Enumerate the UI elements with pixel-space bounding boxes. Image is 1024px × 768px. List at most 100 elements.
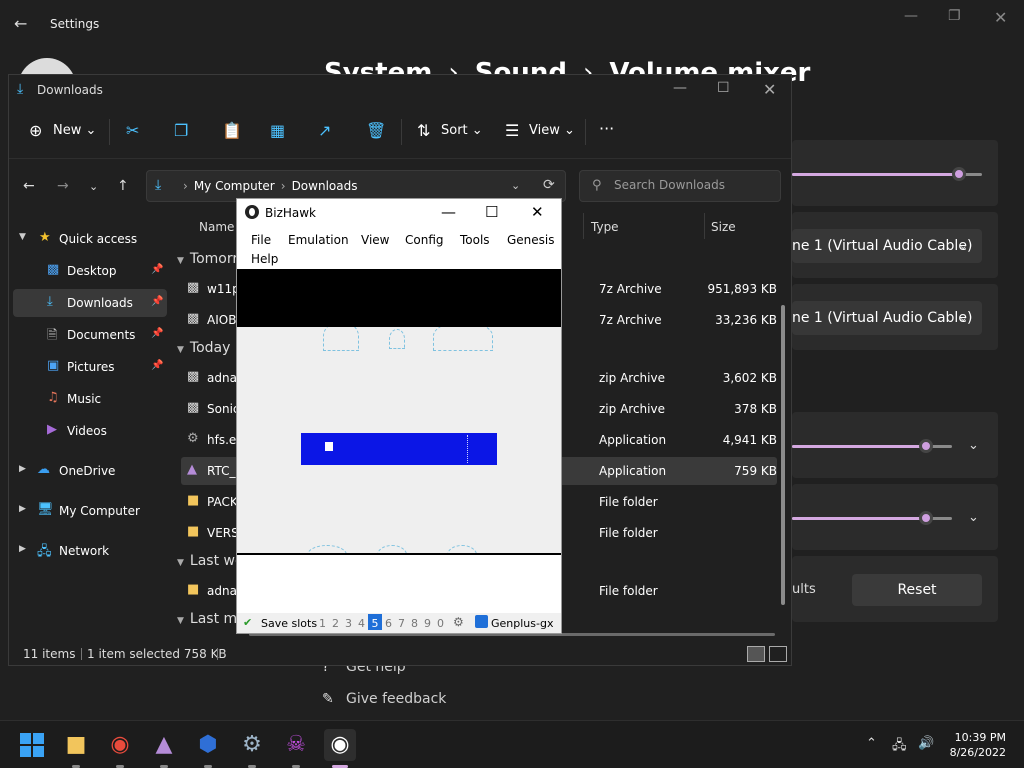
- search-box[interactable]: ⚲: [579, 170, 781, 202]
- vertical-scrollbar[interactable]: [781, 305, 785, 605]
- save-slot-1[interactable]: 1: [319, 617, 326, 630]
- copy-icon[interactable]: ❐: [174, 121, 188, 140]
- close-icon[interactable]: ✕: [994, 8, 1007, 27]
- search-input[interactable]: [614, 178, 774, 192]
- column-divider[interactable]: [704, 213, 705, 239]
- sidebar-item-downloads[interactable]: ⤓ Downloads 📌: [13, 289, 167, 317]
- bizhawk-titlebar[interactable]: BizHawk — ☐ ✕: [237, 199, 561, 227]
- chevron-right-icon[interactable]: ▶: [19, 504, 26, 514]
- group-header[interactable]: ▼ Tomorr: [177, 251, 238, 267]
- save-slot-9[interactable]: 9: [424, 617, 431, 630]
- plus-icon[interactable]: ⊕: [29, 121, 42, 140]
- up-arrow-icon[interactable]: ↑: [117, 178, 129, 194]
- save-slot-5[interactable]: 5: [368, 614, 382, 630]
- sidebar-item-onedrive[interactable]: ▶ ☁ OneDrive: [9, 457, 169, 485]
- app-monster-taskbar-icon[interactable]: ☠: [280, 729, 312, 768]
- chevron-down-icon[interactable]: ▼: [19, 232, 26, 242]
- column-header-size[interactable]: Size: [711, 220, 736, 234]
- view-icon[interactable]: ☰: [505, 121, 519, 140]
- tiles-view-button[interactable]: [769, 646, 787, 662]
- output-device-dropdown[interactable]: ne 1 (Virtual Audio Cable) ⌄: [792, 229, 982, 263]
- app-volume-thumb-1[interactable]: [919, 439, 934, 453]
- minimize-icon[interactable]: —: [441, 203, 456, 221]
- app-triangle-taskbar-icon[interactable]: ▲: [148, 729, 180, 768]
- save-slot-2[interactable]: 2: [332, 617, 339, 630]
- system-volume-thumb[interactable]: [952, 167, 967, 181]
- close-icon[interactable]: ✕: [531, 203, 544, 221]
- settings-gear-taskbar-icon[interactable]: ⚙: [236, 729, 268, 768]
- rename-icon[interactable]: ▦: [270, 121, 285, 140]
- reset-button[interactable]: Reset: [852, 574, 982, 606]
- chevron-right-icon[interactable]: ▶: [19, 544, 26, 554]
- group-header[interactable]: ▼ Last we: [177, 553, 244, 569]
- clock[interactable]: 10:39 PM 8/26/2022: [940, 730, 1006, 760]
- view-button[interactable]: View ⌄: [529, 123, 575, 138]
- save-slot-3[interactable]: 3: [345, 617, 352, 630]
- app-cube-taskbar-icon[interactable]: ⬢: [192, 729, 224, 768]
- maximize-icon[interactable]: ☐: [717, 80, 730, 96]
- save-slot-8[interactable]: 8: [411, 617, 418, 630]
- file-explorer-taskbar-icon[interactable]: ■: [60, 729, 92, 768]
- forward-arrow-icon[interactable]: →: [57, 178, 69, 194]
- save-slot-6[interactable]: 6: [385, 617, 392, 630]
- maximize-icon[interactable]: ☐: [485, 203, 498, 221]
- sidebar-item-desktop[interactable]: ▩ Desktop 📌: [9, 257, 169, 285]
- back-arrow-icon[interactable]: ←: [23, 178, 35, 194]
- sidebar-item-pictures[interactable]: ▣ Pictures 📌: [9, 353, 169, 381]
- minimize-icon[interactable]: —: [904, 8, 918, 24]
- cut-icon[interactable]: ✂: [126, 121, 139, 140]
- menu-emulation[interactable]: Emulation: [288, 233, 349, 247]
- give-feedback-link[interactable]: ✎ Give feedback: [322, 691, 446, 707]
- chrome-taskbar-icon[interactable]: ◉: [104, 729, 136, 768]
- share-icon[interactable]: ↗: [318, 121, 331, 140]
- back-arrow-icon[interactable]: ←: [14, 14, 27, 33]
- input-device-dropdown[interactable]: ne 1 (Virtual Audio Cable) ⌄: [792, 301, 982, 335]
- column-header-type[interactable]: Type: [591, 220, 619, 234]
- paste-icon[interactable]: 📋: [222, 121, 242, 140]
- core-name[interactable]: Genplus-gx: [491, 617, 553, 630]
- explorer-titlebar[interactable]: ⤓ Downloads — ☐ ✕: [9, 75, 791, 105]
- recent-locations-icon[interactable]: ⌄: [89, 180, 98, 193]
- sidebar-item-documents[interactable]: 🗎 Documents 📌: [9, 321, 169, 349]
- network-tray-icon[interactable]: 🖧: [892, 736, 907, 758]
- more-options-button[interactable]: ···: [599, 119, 614, 138]
- address-current[interactable]: Downloads: [292, 179, 358, 193]
- chevron-down-icon[interactable]: ⌄: [511, 179, 520, 192]
- bizhawk-taskbar-icon[interactable]: ◉: [324, 729, 356, 768]
- sidebar-item-videos[interactable]: ▶ Videos: [9, 417, 169, 445]
- delete-icon[interactable]: 🗑: [366, 121, 386, 140]
- menu-config[interactable]: Config: [405, 233, 444, 247]
- minimize-icon[interactable]: —: [673, 80, 687, 96]
- close-icon[interactable]: ✕: [763, 80, 776, 99]
- chevron-down-icon[interactable]: ⌄: [968, 510, 979, 525]
- chevron-down-icon[interactable]: ⌄: [968, 438, 979, 453]
- menu-help[interactable]: Help: [251, 252, 278, 266]
- column-header-name[interactable]: Name: [199, 220, 234, 234]
- refresh-icon[interactable]: ⟳: [543, 177, 555, 193]
- sidebar-item-music[interactable]: ♫ Music: [9, 385, 169, 413]
- new-button[interactable]: New ⌄: [53, 123, 96, 138]
- column-divider[interactable]: [583, 213, 584, 239]
- sort-icon[interactable]: ⇅: [417, 121, 430, 140]
- group-header[interactable]: ▼ Today (: [177, 340, 240, 356]
- sidebar-item-network[interactable]: ▶ 🖧 Network: [9, 537, 169, 565]
- volume-tray-icon[interactable]: 🔊: [918, 736, 934, 751]
- chevron-up-icon[interactable]: ⌃: [866, 736, 877, 751]
- menu-view[interactable]: View: [361, 233, 389, 247]
- emulator-screen[interactable]: [237, 269, 561, 555]
- chevron-right-icon[interactable]: ▶: [19, 464, 26, 474]
- start-windows-icon[interactable]: [20, 733, 44, 757]
- details-view-button[interactable]: [747, 646, 765, 662]
- address-root[interactable]: My Computer: [194, 179, 275, 193]
- restore-icon[interactable]: ❐: [948, 8, 961, 24]
- menu-tools[interactable]: Tools: [460, 233, 490, 247]
- sort-button[interactable]: Sort ⌄: [441, 123, 483, 138]
- sidebar-item-quick-access[interactable]: ▼ ★ Quick access: [9, 225, 169, 253]
- save-slot-0[interactable]: 0: [437, 617, 444, 630]
- sidebar-item-my-computer[interactable]: ▶ 🖥 My Computer: [9, 497, 169, 525]
- menu-genesis[interactable]: Genesis: [507, 233, 555, 247]
- app-volume-thumb-2[interactable]: [919, 511, 934, 525]
- menu-file[interactable]: File: [251, 233, 271, 247]
- save-slot-7[interactable]: 7: [398, 617, 405, 630]
- save-slot-4[interactable]: 4: [358, 617, 365, 630]
